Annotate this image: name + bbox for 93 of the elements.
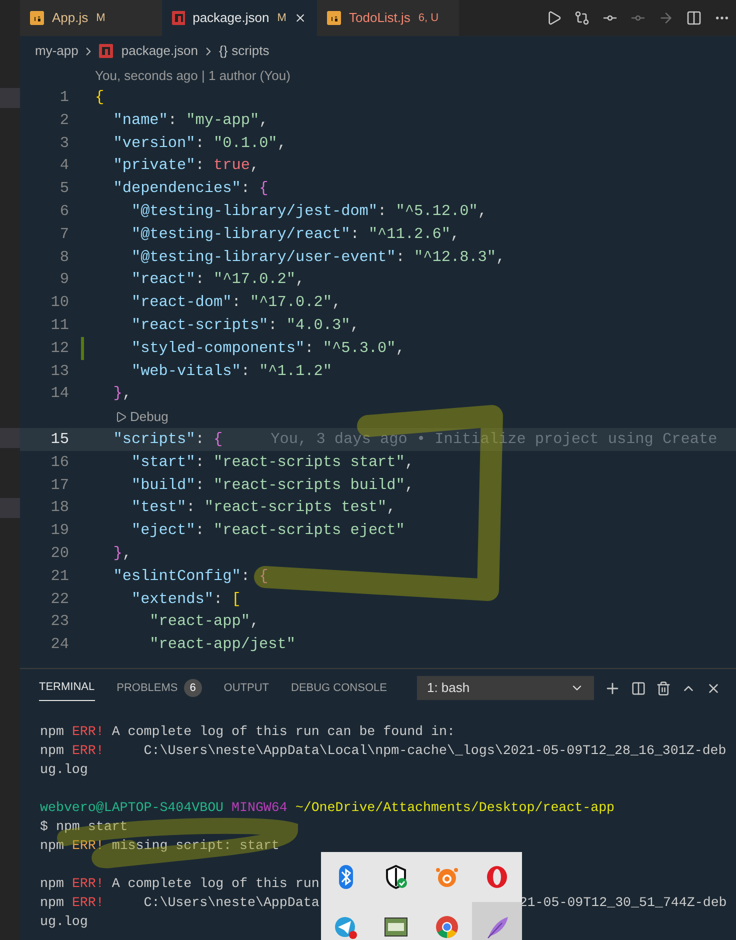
line-number: 14 [50,383,69,404]
code-line: "@testing-library/jest-dom": "^5.12.0", [130,200,487,222]
code-line: "react-app", [148,611,260,632]
inline-blame: You, 3 days ago • Initialize project using Create [270,428,718,450]
line-number: 24 [50,634,69,656]
editor-tab[interactable]: App.js M [20,0,162,36]
code-line: "eslintConfig": { [112,566,268,587]
line-number: 21 [50,566,69,587]
code-line: { [95,87,104,108]
code-line: "private": true, [112,155,260,176]
line-number: 13 [50,360,69,382]
shield-check-icon[interactable] [383,864,410,890]
code-line: "react-app/jest" [148,634,296,656]
tab-label: App.js [52,9,88,28]
code-line: }, [112,383,132,404]
split-editor-icon[interactable] [686,10,702,26]
code-line: "scripts": { [112,428,223,450]
code-line: "build": "react-scripts build", [130,474,414,496]
json-file-icon [99,44,114,58]
panel-tab[interactable]: DEBUG CONSOLE [291,676,387,700]
line-number: 12 [50,338,69,359]
code-line: "@testing-library/react": "^11.2.6", [130,224,460,245]
count-badge: 6 [184,679,202,697]
line-number: 1 [58,87,69,108]
codelens-blame[interactable]: You, seconds ago | 1 author (You) [95,68,290,83]
js-file-icon [30,11,44,25]
js-file-icon [327,11,341,25]
tab-status: M [96,10,106,26]
code-line: "name": "my-app", [112,110,268,131]
code-line: "@testing-library/user-event": "^12.8.3", [130,246,506,268]
play-icon [115,410,127,423]
code-line: "web-vitals": "^1.1.2" [130,360,332,382]
code-line: "extends": [ [130,588,241,610]
panel-tab[interactable]: PROBLEMS 6 [116,675,202,701]
line-number: 3 [58,132,69,154]
code-line: "react": "^17.0.2", [130,269,305,290]
line-number: 5 [58,178,69,200]
editor-tab[interactable]: TodoList.js 6, U [317,0,459,36]
line-number: 23 [50,611,69,632]
code-line: }, [112,542,132,564]
terminal-line: $ npm start [40,819,128,834]
code-line: "test": "react-scripts test", [130,497,396,518]
line-number: 22 [50,588,69,610]
line-number: 15 [50,428,69,450]
line-number: 16 [50,452,69,473]
run-icon[interactable] [546,10,562,26]
split-terminal-icon[interactable] [630,680,646,696]
terminal-line: ug.log [40,914,88,929]
panel-tab[interactable]: OUTPUT [224,676,269,700]
line-number: 19 [50,520,69,542]
line-number: 4 [58,155,69,176]
line-number: 6 [58,200,69,222]
line-number: 17 [50,474,69,496]
terminal-line: npm ERR! C:\Users\neste\AppData [40,894,320,912]
trash-icon[interactable] [656,680,671,696]
line-number: 9 [58,269,69,290]
paper-plane-icon[interactable] [333,914,360,940]
debug-codelens[interactable]: Debug [115,406,168,426]
braces-icon: {} [218,41,228,61]
terminal-line: npm ERR! A complete log of this run can be found in: [40,723,455,741]
tab-label: package.json [192,9,270,28]
terminal-dropdown[interactable]: 1: bash [416,676,594,700]
code-line: "react-dom": "^17.0.2", [130,292,342,314]
code-line: "eject": "react-scripts eject" [130,520,405,542]
breadcrumb-item[interactable]: my-app [35,41,78,61]
terminal-line: 21-05-09T12_30_51_744Z-deb [519,894,727,912]
code-line: "styled-components": "^5.3.0", [130,338,405,359]
terminal-line: npm ERR! C:\Users\neste\AppData\Local\npm-cache\_logs\2021-05-09T12_28_16_301Z-deb [40,742,726,760]
breadcrumb-item[interactable]: scripts [232,41,270,61]
terminal-line: npm ERR! A complete log of this run [40,875,320,893]
line-number: 10 [50,292,69,314]
code-line: "react-scripts": "4.0.3", [130,314,360,336]
line-number: 7 [58,224,69,245]
chrome-icon[interactable] [434,914,460,940]
compare-icon[interactable] [574,10,590,26]
panel-tab[interactable]: TERMINAL [39,675,95,701]
terminal-line: npm ERR! missing script: start [40,837,280,855]
tab-status: M [277,10,286,26]
terminal-line: ug.log [40,762,88,777]
code-line: "start": "react-scripts start", [130,452,414,473]
tab-status: 6, U [418,10,439,26]
line-number: 18 [50,497,69,518]
terminal-prompt: webvero@LAPTOP-S404VBOU MINGW64 ~/OneDrive/Attachments/Desktop/react-app [40,800,615,815]
editor-tab[interactable]: package.json M [162,0,317,36]
line-number: 11 [50,314,69,336]
breadcrumb-item[interactable]: package.json [121,41,198,61]
code-line: "dependencies": { [112,178,268,200]
tab-label: TodoList.js [349,9,410,28]
line-number: 20 [50,542,69,564]
json-file-icon [172,11,185,25]
code-line: "version": "0.1.0", [112,132,286,154]
line-number: 8 [58,246,69,268]
line-number: 2 [58,110,69,131]
